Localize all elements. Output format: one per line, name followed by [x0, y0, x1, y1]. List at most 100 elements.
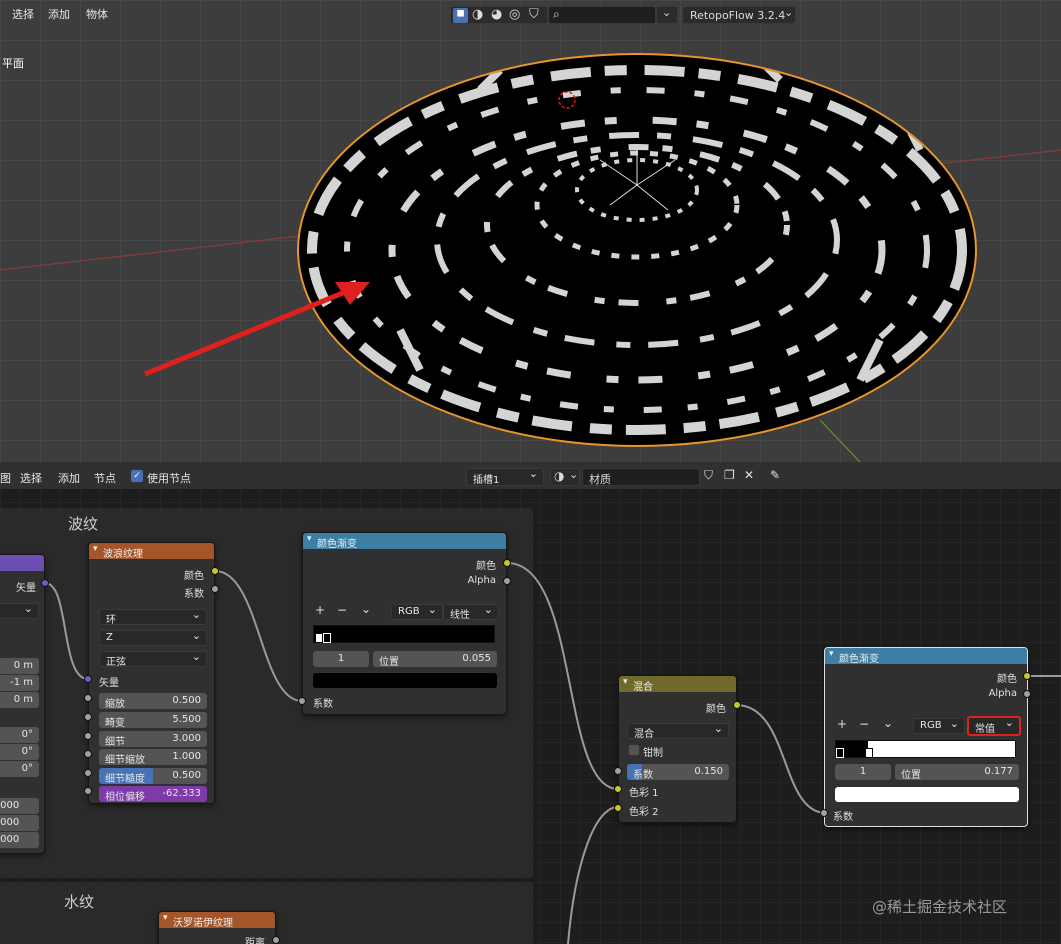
mapping-vector-socket[interactable] [41, 579, 49, 587]
mapping-vector-output: 矢量 [16, 583, 36, 594]
ramp1-color-socket[interactable] [503, 559, 511, 567]
mapping-type-dropdown[interactable] [0, 602, 39, 619]
chevron-down-icon: ⌄ [662, 6, 672, 19]
location-x-field[interactable]: 0 m [0, 658, 39, 674]
object-name-label: 平面 [2, 57, 24, 70]
color-ramp-node-1[interactable]: 颜色渐变 颜色 Alpha + − ⌄ RGB 线性 1 位置0.055 系数 [302, 532, 507, 715]
clamp-checkbox[interactable] [629, 745, 639, 755]
ramp2-mode-dropdown[interactable]: RGB [913, 717, 965, 734]
voronoi-header[interactable]: 沃罗诺伊纹理 [159, 912, 275, 929]
scale-y-field[interactable]: .000 [0, 815, 39, 831]
ramp1-gradient-bar[interactable] [313, 625, 495, 643]
wave-color-socket[interactable] [211, 567, 219, 575]
render-shading-icon[interactable]: ◎ [509, 7, 520, 22]
search-icon: ⌕ [553, 7, 560, 21]
chevron-down-icon: ⌄ [784, 6, 794, 19]
add-stop-icon[interactable]: + [837, 717, 847, 731]
menu-object[interactable]: 物体 [82, 4, 112, 24]
watermark: @稀土掘金技术社区 [872, 898, 1008, 916]
ramp1-interp-dropdown[interactable]: 线性 [443, 603, 499, 621]
ramp1-stop-handle[interactable] [315, 633, 323, 643]
rotation-x-field[interactable]: 0° [0, 727, 39, 743]
wave-axis-dropdown[interactable]: Z [99, 629, 207, 646]
ramp1-header[interactable]: 颜色渐变 [303, 533, 506, 550]
wave-profile-dropdown[interactable]: 正弦 [99, 650, 207, 668]
voronoi-texture-node[interactable]: 沃罗诺伊纹理 距离 [158, 911, 276, 944]
wave-detail-scale-field[interactable]: 细节缩放 1.000 [99, 749, 207, 766]
chevron-down-icon[interactable]: ⌄ [361, 602, 371, 616]
3d-viewport[interactable]: 选择 添加 物体 平面 ◼ ◑ ◕ ◎ ⛉ ⌕ ⌄ RetopoFlow 3.2… [0, 0, 1061, 462]
remove-stop-icon[interactable]: − [337, 603, 347, 617]
wave-type-dropdown[interactable]: 环 [99, 608, 207, 626]
wave-detail-roughness-field[interactable]: 细节糙度 0.500 [99, 768, 207, 785]
wave-detail-scale-socket[interactable] [84, 750, 92, 758]
ramp1-fac-socket[interactable] [298, 697, 306, 705]
wave-detail-socket[interactable] [84, 732, 92, 740]
chevron-down-icon[interactable]: ⌄ [883, 716, 893, 730]
wave-scale-socket[interactable] [84, 694, 92, 702]
scale-x-field[interactable]: .000 [0, 798, 39, 814]
mix-fac-socket[interactable] [614, 767, 622, 775]
ramp1-position-field[interactable]: 位置 0.055 [373, 651, 497, 668]
rotation-z-field[interactable]: 0° [0, 761, 39, 777]
search-dropdown-button[interactable]: ⌄ [656, 6, 678, 24]
add-stop-icon[interactable]: + [315, 603, 325, 617]
material-shading-icon[interactable]: ◑ [472, 7, 483, 22]
wave-distortion-socket[interactable] [84, 713, 92, 721]
ramp2-color-swatch[interactable] [835, 787, 1019, 802]
annotation-arrow-line [144, 287, 351, 377]
menu-select[interactable]: 选择 [8, 4, 38, 24]
remove-stop-icon[interactable]: − [859, 717, 869, 731]
mix-header[interactable]: 混合 [619, 676, 736, 693]
location-y-field[interactable]: -1 m [0, 675, 39, 691]
search-input[interactable]: ⌕ [548, 6, 656, 24]
wave-fac-socket[interactable] [211, 585, 219, 593]
paint-icon[interactable]: ⛉ [529, 7, 539, 22]
scale-z-field[interactable]: .000 [0, 832, 39, 848]
voronoi-distance-socket[interactable] [272, 936, 280, 944]
ramp1-index-field[interactable]: 1 [313, 651, 369, 667]
color-ramp-node-2[interactable]: 颜色渐变 颜色 Alpha + − ⌄ RGB 常值 1 位置0.177 系数 [824, 647, 1028, 827]
ramp1-stop-handle-2[interactable] [323, 633, 331, 643]
ramp2-fac-socket[interactable] [820, 809, 828, 817]
mix-node[interactable]: 混合 颜色 混合 钳制 系数0.150 色彩 1 色彩 2 [618, 675, 737, 823]
mix-color-out-socket[interactable] [733, 701, 741, 709]
wave-node-header[interactable]: 波浪纹理 [89, 543, 214, 560]
wave-detail-field[interactable]: 细节 3.000 [99, 731, 207, 748]
ramp2-interp-dropdown[interactable]: 常值 [967, 716, 1021, 736]
mix-color1-socket[interactable] [614, 785, 622, 793]
mix-blend-dropdown[interactable]: 混合 [627, 722, 729, 740]
ramp2-gradient-bar[interactable] [835, 740, 1016, 758]
mix-color2-socket[interactable] [614, 804, 622, 812]
ramp2-position-field[interactable]: 位置 0.177 [895, 764, 1019, 781]
wave-vector-socket[interactable] [84, 675, 92, 683]
disk-plane [299, 55, 975, 445]
rotation-y-field[interactable]: 0° [0, 744, 39, 760]
mapping-node[interactable]: 矢量 0 m -1 m 0 m 0° 0° 0° .000 .000 .000 [0, 554, 45, 854]
ramp2-color-socket[interactable] [1023, 672, 1031, 680]
wave-distortion-field[interactable]: 畸变 5.500 [99, 712, 207, 729]
ramp1-mode-dropdown[interactable]: RGB [391, 603, 443, 620]
texture-icon[interactable]: ◕ [491, 7, 502, 22]
solid-shading-icon[interactable]: ◼ [453, 8, 468, 23]
mapping-node-header[interactable] [0, 555, 44, 571]
wave-roughness-socket[interactable] [84, 769, 92, 777]
wave-phase-offset-field[interactable]: 相位偏移 -62.333 [99, 786, 207, 803]
ramp1-color-swatch[interactable] [313, 673, 497, 688]
node-editor[interactable]: 图 选择 添加 节点 ✓ 使用节点 插槽1 ◑ ⌄ 材质 ⛉ ❐ ✕ ✎ 波纹 … [0, 462, 1061, 944]
ramp2-header[interactable]: 颜色渐变 [825, 648, 1027, 665]
link-color2 [567, 806, 619, 944]
ramp2-stop-handle[interactable] [836, 748, 844, 758]
ramp1-alpha-socket[interactable] [503, 577, 511, 585]
menu-add[interactable]: 添加 [44, 4, 74, 24]
ramp2-alpha-socket[interactable] [1023, 690, 1031, 698]
retopoflow-button[interactable]: RetopoFlow 3.2.4 ⌄ [682, 6, 796, 24]
ramp2-stop-handle-2[interactable] [865, 748, 873, 758]
wave-scale-field[interactable]: 缩放 0.500 [99, 693, 207, 710]
mix-fac-field[interactable]: 系数 0.150 [627, 764, 729, 781]
link-mix-to-ramp2 [735, 704, 827, 814]
wave-phase-socket[interactable] [84, 787, 92, 795]
ramp2-index-field[interactable]: 1 [835, 764, 891, 780]
wave-texture-node[interactable]: 波浪纹理 颜色 系数 环 Z 正弦 矢量 缩放0.500 畸变5.500 细节3… [88, 542, 215, 804]
location-z-field[interactable]: 0 m [0, 692, 39, 708]
